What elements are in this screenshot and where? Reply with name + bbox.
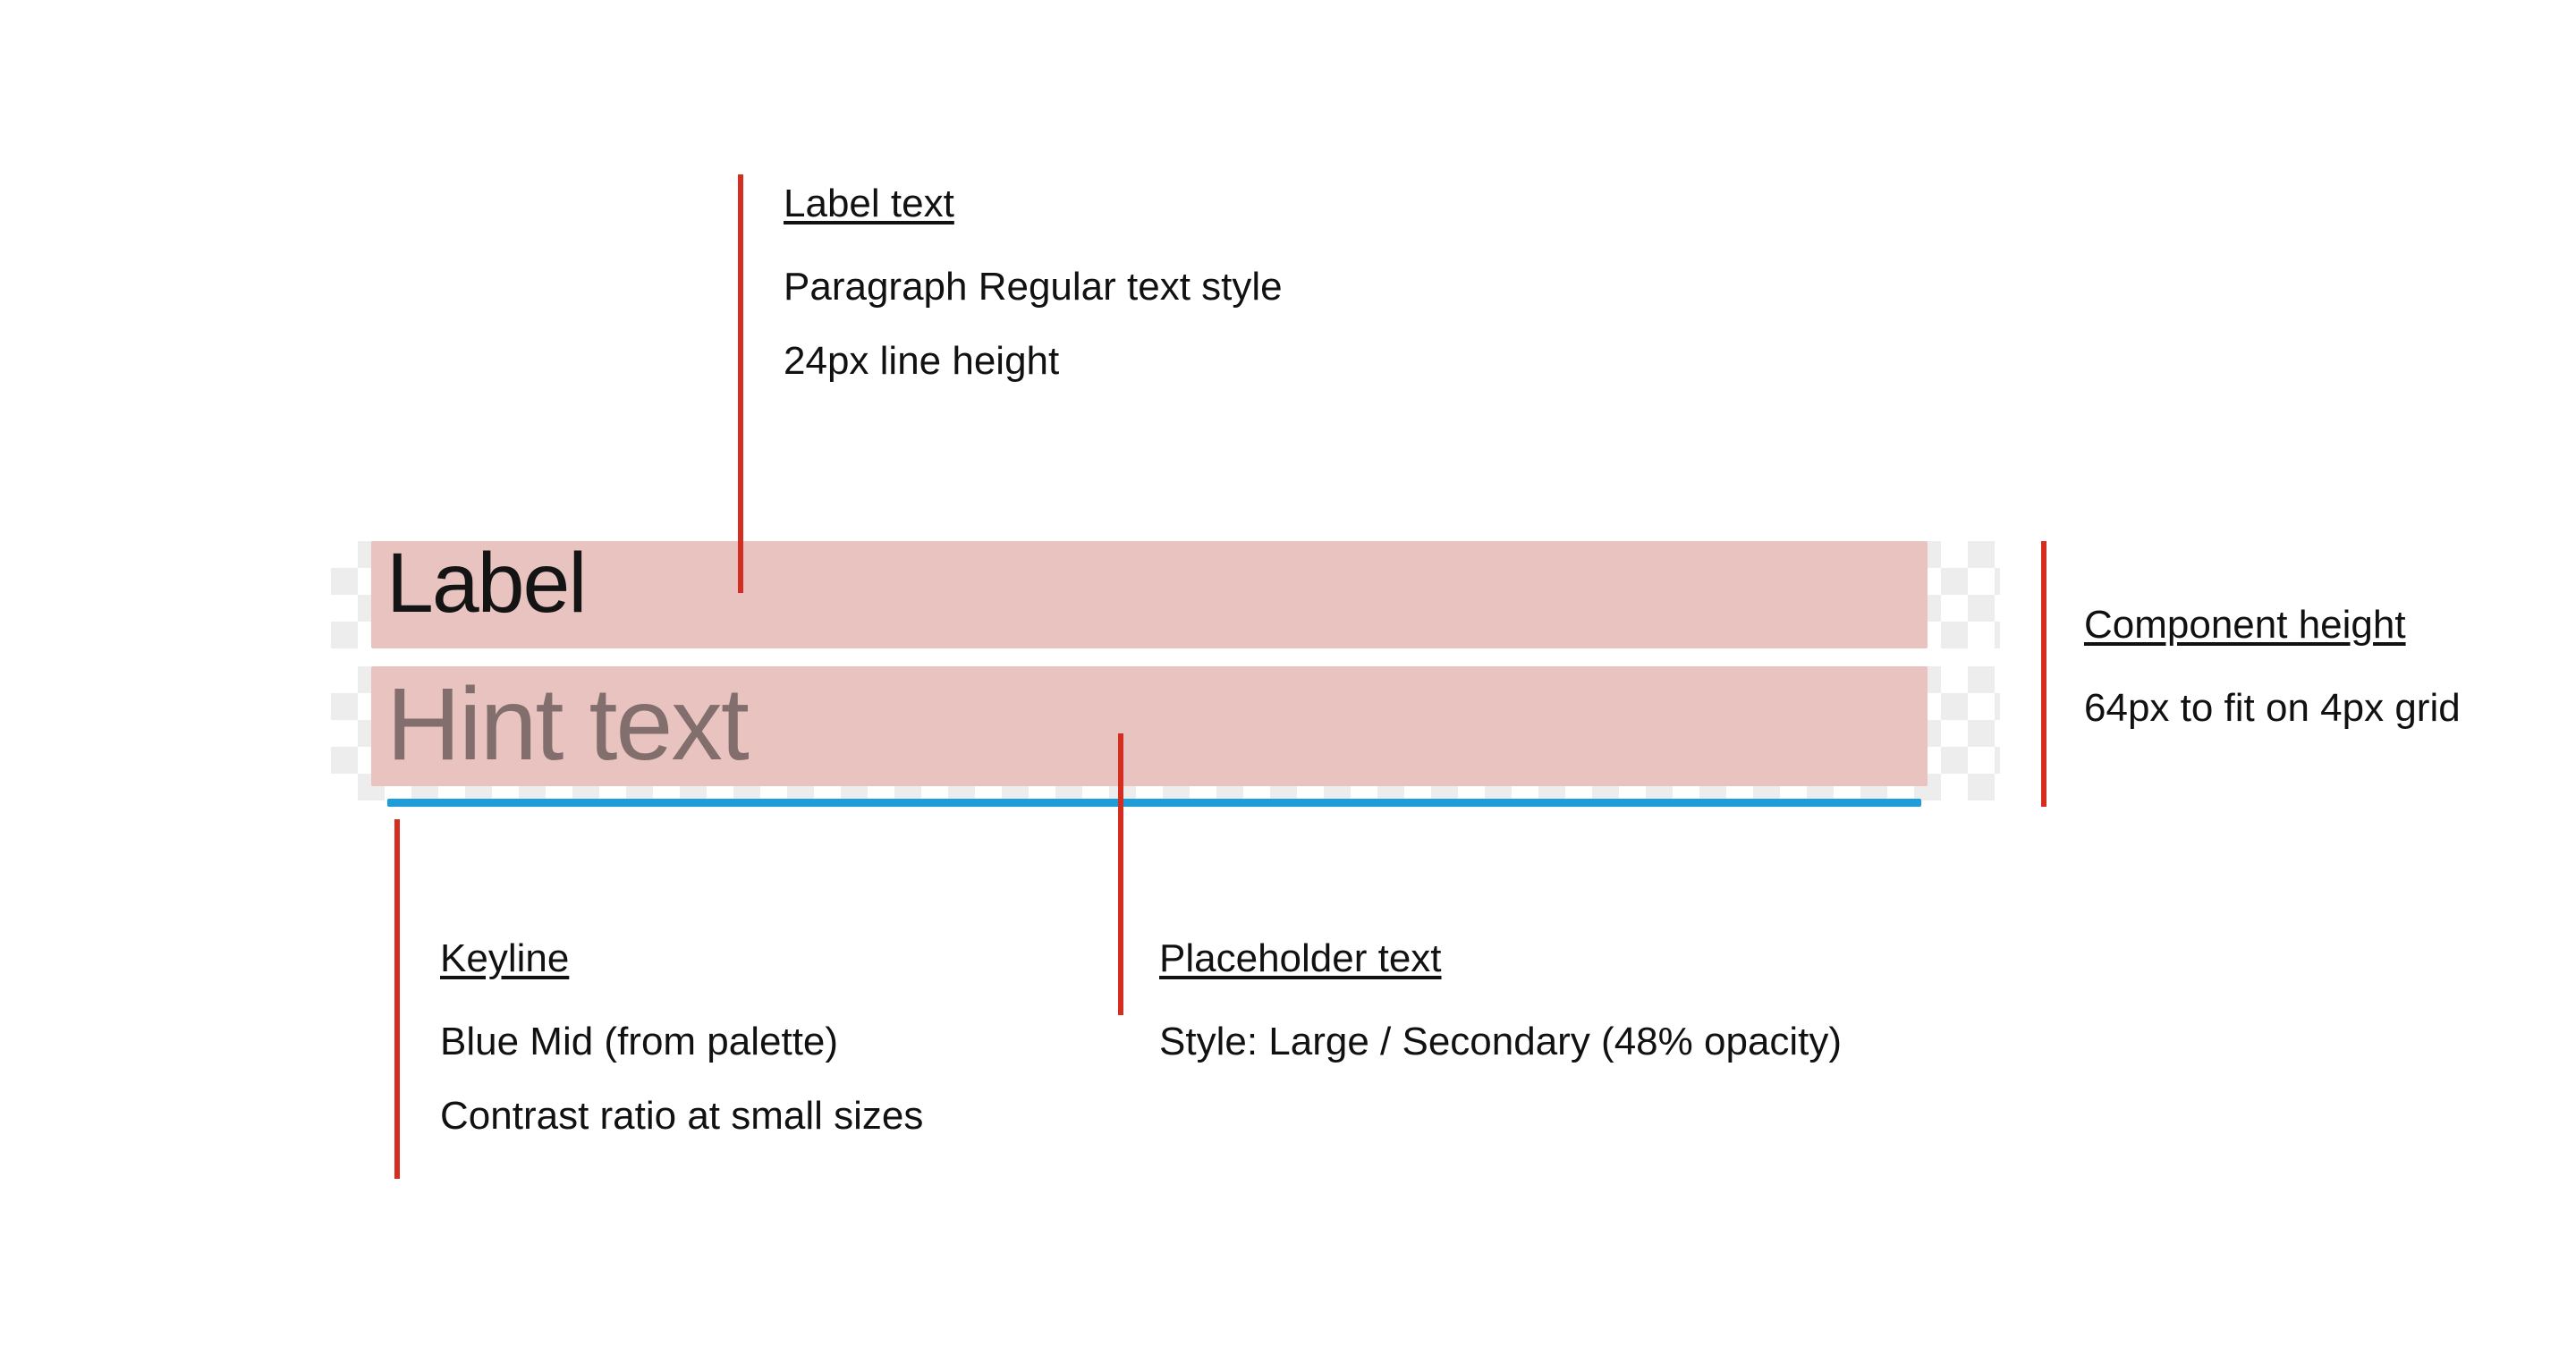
input-keyline — [387, 799, 1921, 807]
annotation-line: 24px line height — [784, 336, 1283, 385]
annotation-component-height: Component height 64px to fit on 4px grid — [2084, 600, 2461, 758]
field-hint-placeholder: Hint text — [386, 665, 748, 783]
lead-line-placeholder — [1118, 733, 1123, 1015]
annotation-heading: Label text — [784, 179, 1283, 228]
annotation-line: 64px to fit on 4px grid — [2084, 683, 2461, 733]
annotation-line: Paragraph Regular text style — [784, 262, 1283, 311]
spec-diagram: Label Hint text Label text Paragraph Reg… — [0, 0, 2576, 1372]
field-label: Label — [386, 535, 585, 632]
annotation-line: Style: Large / Secondary (48% opacity) — [1159, 1017, 1842, 1066]
annotation-heading: Keyline — [440, 934, 923, 983]
annotation-label-text: Label text Paragraph Regular text style … — [784, 179, 1283, 411]
label-row-highlight — [371, 541, 1928, 648]
annotation-heading: Component height — [2084, 600, 2461, 649]
lead-line-keyline — [394, 819, 400, 1179]
annotation-placeholder-text: Placeholder text Style: Large / Secondar… — [1159, 934, 1842, 1091]
annotation-keyline: Keyline Blue Mid (from palette) Contrast… — [440, 934, 923, 1165]
annotation-heading: Placeholder text — [1159, 934, 1842, 983]
lead-line-label — [738, 174, 743, 593]
annotation-line: Contrast ratio at small sizes — [440, 1091, 923, 1140]
lead-line-height — [2041, 541, 2046, 807]
annotation-line: Blue Mid (from palette) — [440, 1017, 923, 1066]
